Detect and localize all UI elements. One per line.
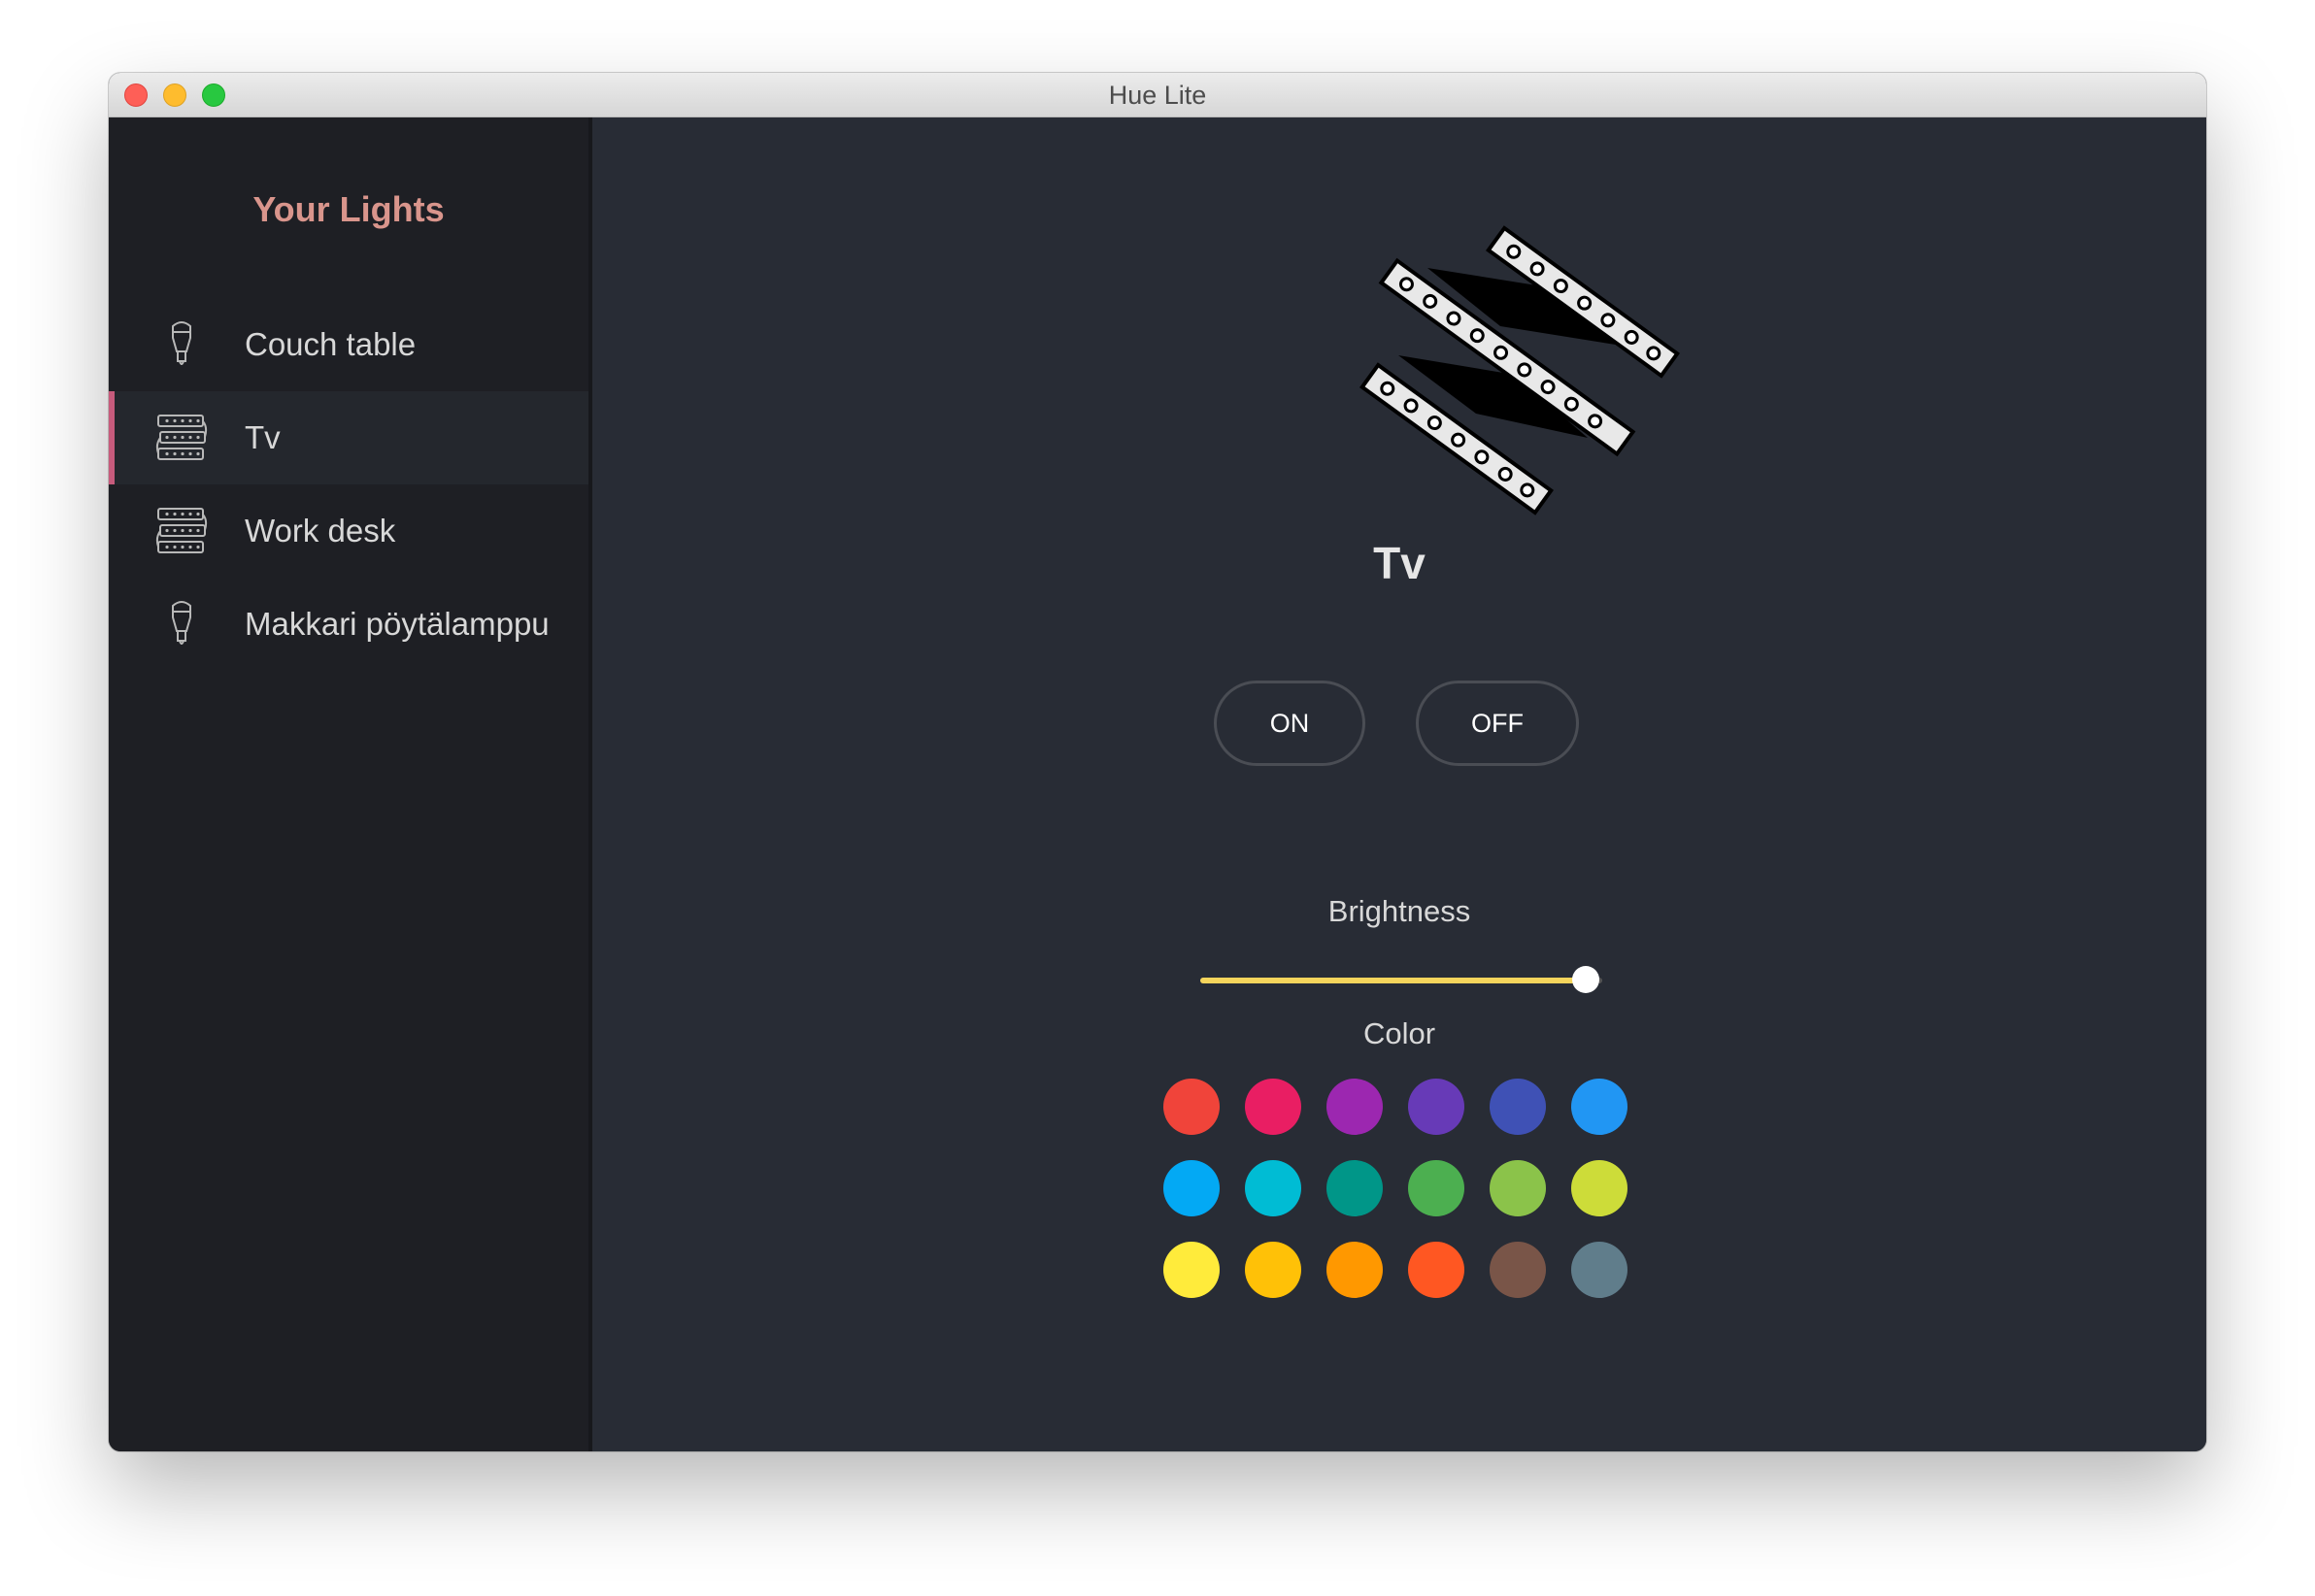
light-item-work-desk[interactable]: Work desk [109,484,588,578]
color-swatch[interactable] [1245,1160,1301,1216]
color-swatch[interactable] [1163,1242,1220,1298]
color-swatch[interactable] [1326,1242,1383,1298]
color-swatch[interactable] [1245,1079,1301,1135]
light-item-label: Couch table [245,326,417,362]
color-swatch[interactable] [1571,1160,1627,1216]
light-item-label: Tv [245,419,281,455]
brightness-label: Brightness [1327,894,1471,928]
slider-fill [1200,978,1587,983]
bulb-icon [172,321,191,365]
title-bar: Hue Lite [109,73,2206,117]
lightstrip-image [1359,225,1680,515]
slider-thumb[interactable] [1572,966,1600,993]
color-swatch[interactable] [1571,1242,1627,1298]
on-button[interactable]: ON [1214,681,1365,766]
color-swatch[interactable] [1490,1242,1546,1298]
color-swatch[interactable] [1408,1079,1464,1135]
light-item-tv[interactable]: Tv [109,391,588,484]
app-window: Hue Lite Your Lights Couch table Tv Work… [109,73,2206,1451]
color-swatch[interactable] [1163,1079,1220,1135]
sidebar-title: Your Lights [252,189,445,229]
color-swatch[interactable] [1408,1242,1464,1298]
off-button[interactable]: OFF [1416,681,1579,766]
color-swatch[interactable] [1326,1160,1383,1216]
color-swatch[interactable] [1245,1242,1301,1298]
color-swatch[interactable] [1490,1160,1546,1216]
lightstrip-icon [155,415,208,460]
color-swatch[interactable] [1326,1079,1383,1135]
color-swatch[interactable] [1490,1079,1546,1135]
color-swatch[interactable] [1408,1160,1464,1216]
sidebar: Your Lights Couch table Tv Work desk Mak… [109,117,592,1451]
light-item-label: Makkari pöytälamppu [245,606,550,642]
light-detail-panel: Tv ON OFF Brightness Color [592,117,2206,1451]
color-label: Color [1362,1016,1436,1050]
window-title: Hue Lite [1108,81,1207,110]
color-swatch[interactable] [1571,1079,1627,1135]
color-swatch[interactable] [1163,1160,1220,1216]
light-item-label: Work desk [245,513,396,549]
selected-light-name: Tv [1373,538,1426,588]
light-item-makkari-poytalamppu[interactable]: Makkari pöytälamppu [109,578,588,671]
bulb-icon [172,601,191,645]
light-item-couch-table[interactable]: Couch table [109,298,588,391]
lightstrip-icon [155,508,208,553]
brightness-slider[interactable] [1200,966,1602,995]
